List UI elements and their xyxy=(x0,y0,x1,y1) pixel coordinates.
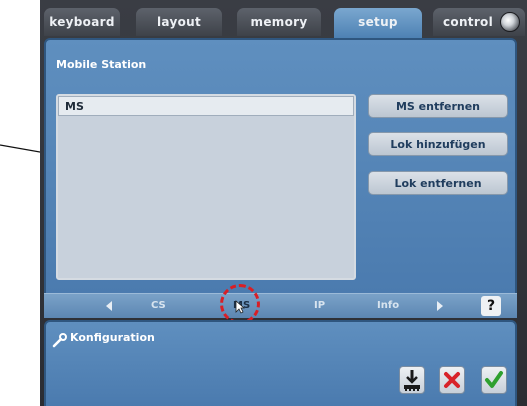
tab-control[interactable]: control xyxy=(433,8,525,36)
cursor-icon xyxy=(235,300,245,314)
wrench-icon xyxy=(52,333,67,348)
top-tabs: keyboard layout memory setup control xyxy=(40,8,527,40)
config-title: Konfiguration xyxy=(70,331,155,344)
close-icon xyxy=(444,372,460,388)
panel-title: Mobile Station xyxy=(56,58,147,71)
remove-loco-button[interactable]: Lok entfernen xyxy=(368,171,508,195)
ok-button[interactable] xyxy=(481,366,507,394)
tab-control-label: control xyxy=(443,15,494,29)
tab-keyboard[interactable]: keyboard xyxy=(44,8,120,36)
gear-icon xyxy=(500,12,520,32)
tab-layout[interactable]: layout xyxy=(136,8,222,36)
remove-ms-button[interactable]: MS entfernen xyxy=(368,94,508,118)
tab-memory[interactable]: memory xyxy=(237,8,321,36)
cancel-button[interactable] xyxy=(439,366,465,394)
tab-setup[interactable]: setup xyxy=(334,8,422,40)
check-icon xyxy=(485,371,503,388)
device-screen: keyboard layout memory setup control Mob… xyxy=(40,0,527,406)
mobile-station-panel: Mobile Station MS MS entfernen Lok hinzu… xyxy=(44,38,517,308)
import-button[interactable] xyxy=(399,366,425,394)
list-item[interactable]: MS xyxy=(58,96,354,116)
arrow-left-icon[interactable] xyxy=(106,301,112,311)
subtab-bar: CS MS IP Info ? xyxy=(44,293,517,318)
help-button[interactable]: ? xyxy=(481,296,501,316)
subtab-ip[interactable]: IP xyxy=(314,294,325,318)
arrow-right-icon[interactable] xyxy=(437,301,443,311)
subtab-info[interactable]: Info xyxy=(377,294,399,318)
import-icon xyxy=(404,370,420,391)
subtab-cs[interactable]: CS xyxy=(151,294,166,318)
mobile-station-list[interactable]: MS xyxy=(56,94,356,280)
add-loco-button[interactable]: Lok hinzufügen xyxy=(368,132,508,156)
